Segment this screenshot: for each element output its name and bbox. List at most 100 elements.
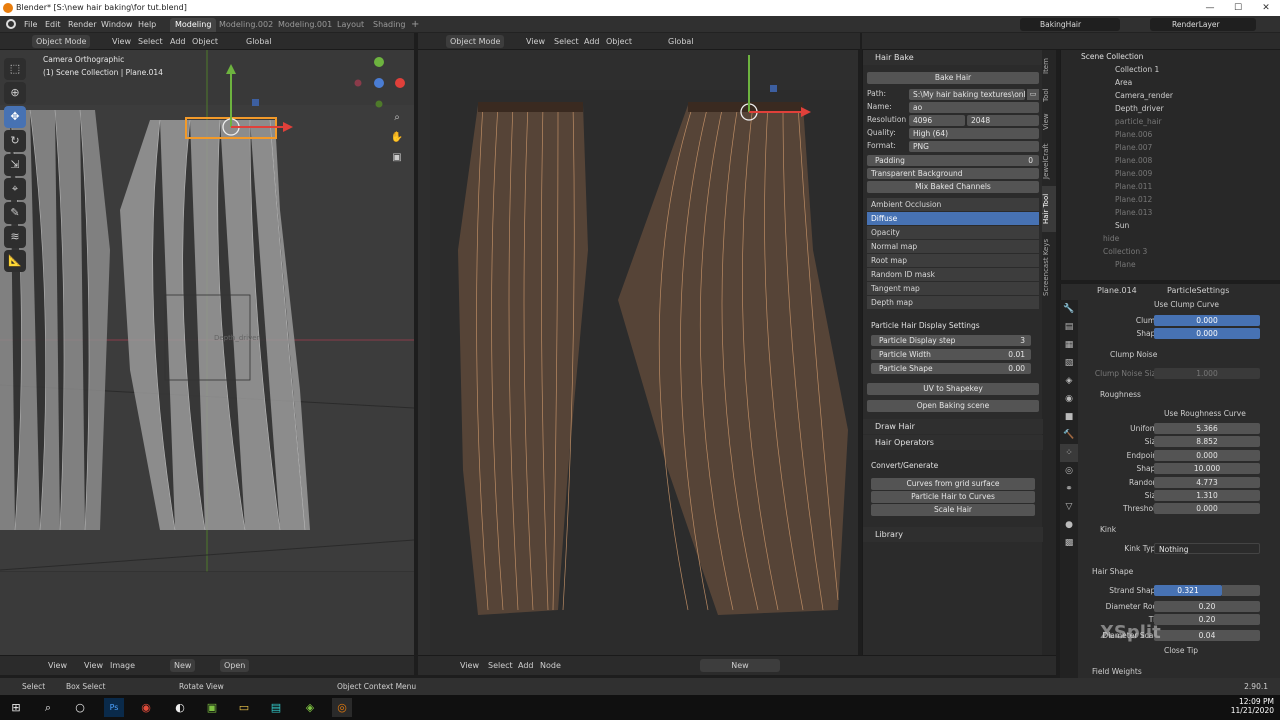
rotate-tool-icon[interactable]: ↻ [4,130,26,152]
channel-depth-map[interactable]: Depth map [867,296,1039,309]
node-menu-node[interactable]: Node [536,659,565,672]
kink-type-dropdown[interactable]: Nothing [1154,543,1260,554]
scene-selector[interactable]: BakingHair [1020,18,1120,31]
field-weights-header[interactable]: Field Weights [1080,665,1280,678]
mid-orientation-dropdown[interactable]: Global [664,35,698,48]
outliner-row[interactable]: Collection 1 [1061,63,1280,76]
modifier-icon[interactable]: 🔨 [1060,426,1078,444]
channel-root-map[interactable]: Root map [867,254,1039,267]
outliner-row[interactable]: particle_hair [1061,115,1280,128]
clump-shape-field[interactable]: 0.000 [1154,328,1260,339]
scale-hair-button[interactable]: Scale Hair [871,504,1035,516]
blender-menu-icon[interactable] [6,19,16,29]
background-dropdown[interactable]: Transparent Background [867,168,1039,179]
output-icon[interactable]: ▦ [1060,336,1078,354]
render-icon[interactable]: ▤ [1060,318,1078,336]
world-icon[interactable]: ◉ [1060,390,1078,408]
tab-tool[interactable]: Tool [1042,82,1056,108]
kink-header[interactable]: Kink [1080,523,1280,536]
properties-settings[interactable]: ParticleSettings [1167,286,1229,295]
transform-tool-icon[interactable]: ⌖ [4,178,26,200]
minimize-button[interactable]: — [1196,0,1224,16]
left-menu-select[interactable]: Select [134,35,167,48]
outliner-row[interactable]: Plane.011 [1061,180,1280,193]
resolution-x-field[interactable]: 4096 [909,115,965,126]
tab-view[interactable]: View [1042,108,1056,136]
scene-icon[interactable]: ◈ [1060,372,1078,390]
channel-normal-map[interactable]: Normal map [867,240,1039,253]
camera-view-icon[interactable]: ▣ [390,152,404,166]
clump-noise-toggle[interactable]: Clump Noise [1080,348,1280,361]
bottom-left-view-2[interactable]: View [80,659,107,672]
open-baking-scene-button[interactable]: Open Baking scene [867,400,1039,412]
roughness-header[interactable]: Roughness [1080,388,1280,401]
view-layer-icon[interactable]: ▧ [1060,354,1078,372]
outliner-row[interactable]: Plane.013 [1061,206,1280,219]
tab-jewelcraft[interactable]: JewelCraft [1042,136,1056,186]
image-open-button[interactable]: Open [220,659,250,672]
chrome-icon[interactable]: ◉ [136,698,156,717]
clump-noise-size-field[interactable]: 1.000 [1154,368,1260,379]
mix-channels-button[interactable]: Mix Baked Channels [867,181,1039,193]
cursor-tool-icon[interactable]: ⊕ [4,82,26,104]
outliner-row[interactable]: Sun [1061,219,1280,232]
maximize-button[interactable]: ☐ [1224,0,1252,16]
mid-menu-view[interactable]: View [522,35,549,48]
hair-tool-icon[interactable]: ≋ [4,226,26,248]
left-menu-view[interactable]: View [108,35,135,48]
outliner-row[interactable]: Plane.012 [1061,193,1280,206]
mid-mode-dropdown[interactable]: Object Mode [446,35,505,48]
zoom-icon[interactable]: ⌕ [390,112,404,126]
tab-modeling-001[interactable]: Modeling.001 [273,18,337,32]
node-menu-view[interactable]: View [456,659,483,672]
outliner[interactable]: Scene Collection Collection 1 Area Camer… [1060,50,1280,280]
node-menu-add[interactable]: Add [514,659,538,672]
draw-hair-header[interactable]: Draw Hair [863,419,1043,434]
move-tool-icon[interactable]: ✥ [4,106,26,128]
library-header[interactable]: Library [863,527,1043,542]
select-box-tool-icon[interactable]: ⬚ [4,58,26,80]
outliner-row[interactable]: Collection 3 [1061,245,1280,258]
close-tip-checkbox[interactable]: Close Tip [1080,644,1280,657]
diameter-root-field[interactable]: 0.20 [1154,601,1260,612]
size-field[interactable]: 8.852 [1154,436,1260,447]
windows-start-icon[interactable]: ⊞ [6,698,26,717]
app-green-icon[interactable]: ▣ [202,698,222,717]
app-lime-icon[interactable]: ◈ [300,698,320,717]
uniform-field[interactable]: 5.366 [1154,423,1260,434]
object-icon[interactable]: ■ [1060,408,1078,426]
properties-object[interactable]: Plane.014 [1097,286,1137,295]
channel-opacity[interactable]: Opacity [867,226,1039,239]
curves-from-grid-button[interactable]: Curves from grid surface [871,478,1035,490]
outliner-row[interactable]: Camera_render [1061,89,1280,102]
channel-random-id-mask[interactable]: Random ID mask [867,268,1039,281]
file-explorer-icon[interactable]: ▭ [234,698,254,717]
middle-viewport[interactable] [418,50,858,655]
left-menu-object[interactable]: Object [188,35,222,48]
photoshop-icon[interactable]: Ps [104,698,124,717]
constraints-icon[interactable]: ⚭ [1060,480,1078,498]
tab-modeling[interactable]: Modeling [170,18,217,32]
image-new-button[interactable]: New [170,659,196,672]
tab-hair-tool[interactable]: Hair Tool [1042,186,1056,232]
mid-menu-select[interactable]: Select [550,35,583,48]
data-icon[interactable]: ▽ [1060,498,1078,516]
outliner-row[interactable]: hide [1061,232,1280,245]
outliner-row[interactable]: Plane.008 [1061,154,1280,167]
use-roughness-curve-checkbox[interactable]: Use Roughness Curve [1080,407,1280,420]
outliner-row[interactable]: Plane.009 [1061,167,1280,180]
particles-icon[interactable]: ⁘ [1060,444,1078,462]
mid-menu-object[interactable]: Object [602,35,636,48]
tab-shading[interactable]: Shading [368,18,411,32]
left-orientation-dropdown[interactable]: Global [242,35,276,48]
endpoint-field[interactable]: 0.000 [1154,450,1260,461]
random-field[interactable]: 4.773 [1154,477,1260,488]
search-icon[interactable]: ⌕ [38,698,58,717]
tip-field[interactable]: 0.20 [1154,614,1260,625]
outliner-row[interactable]: Area [1061,76,1280,89]
channel-ambient-occlusion[interactable]: Ambient Occlusion [867,198,1039,211]
add-workspace-button[interactable]: + [406,18,424,32]
material-icon[interactable]: ● [1060,516,1078,534]
random-size-field[interactable]: 1.310 [1154,490,1260,501]
bake-hair-button[interactable]: Bake Hair [867,72,1039,84]
